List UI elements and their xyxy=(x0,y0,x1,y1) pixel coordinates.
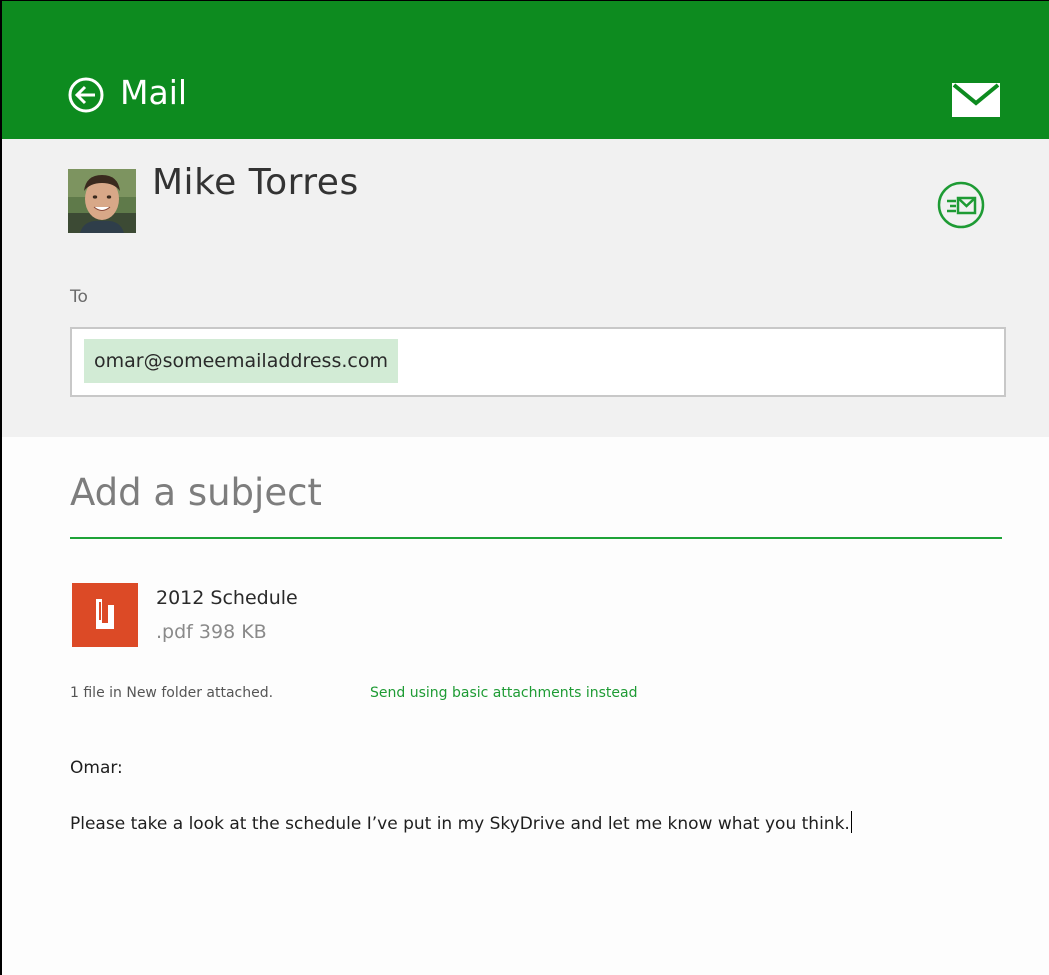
pdf-file-icon xyxy=(72,583,138,647)
attachment-item[interactable]: 2012 Schedule .pdf 398 KB xyxy=(70,579,370,649)
to-field[interactable]: omar@someemailaddress.com xyxy=(70,327,1006,397)
send-button[interactable] xyxy=(937,181,985,229)
text-caret xyxy=(850,811,852,833)
body-text: Please take a look at the schedule I’ve … xyxy=(70,814,850,834)
message-body[interactable]: Omar: Please take a look at the schedule… xyxy=(70,753,1010,953)
basic-attachments-link[interactable]: Send using basic attachments instead xyxy=(370,685,637,701)
attachment-name: 2012 Schedule xyxy=(156,587,298,609)
title-bar: Mail xyxy=(2,1,1049,139)
to-label: To xyxy=(70,287,88,307)
mail-compose-window: Mail Mike Torres To omar@someemailaddres… xyxy=(0,0,1049,975)
envelope-icon xyxy=(952,83,1000,117)
subject-divider xyxy=(70,537,1002,539)
sender-name: Mike Torres xyxy=(152,162,359,203)
back-button[interactable] xyxy=(68,77,104,113)
body-greeting: Omar: xyxy=(70,758,123,778)
send-mail-icon xyxy=(937,181,985,229)
recipient-chip[interactable]: omar@someemailaddress.com xyxy=(84,339,398,383)
attachment-status: 1 file in New folder attached. xyxy=(70,685,274,701)
back-arrow-circle-icon xyxy=(68,77,104,113)
subject-input[interactable]: Add a subject xyxy=(70,463,990,523)
avatar xyxy=(68,169,136,233)
attachment-meta: .pdf 398 KB xyxy=(156,621,267,643)
compose-header: Mike Torres To omar@someemailaddress.com xyxy=(2,139,1049,437)
app-title: Mail xyxy=(120,73,188,112)
